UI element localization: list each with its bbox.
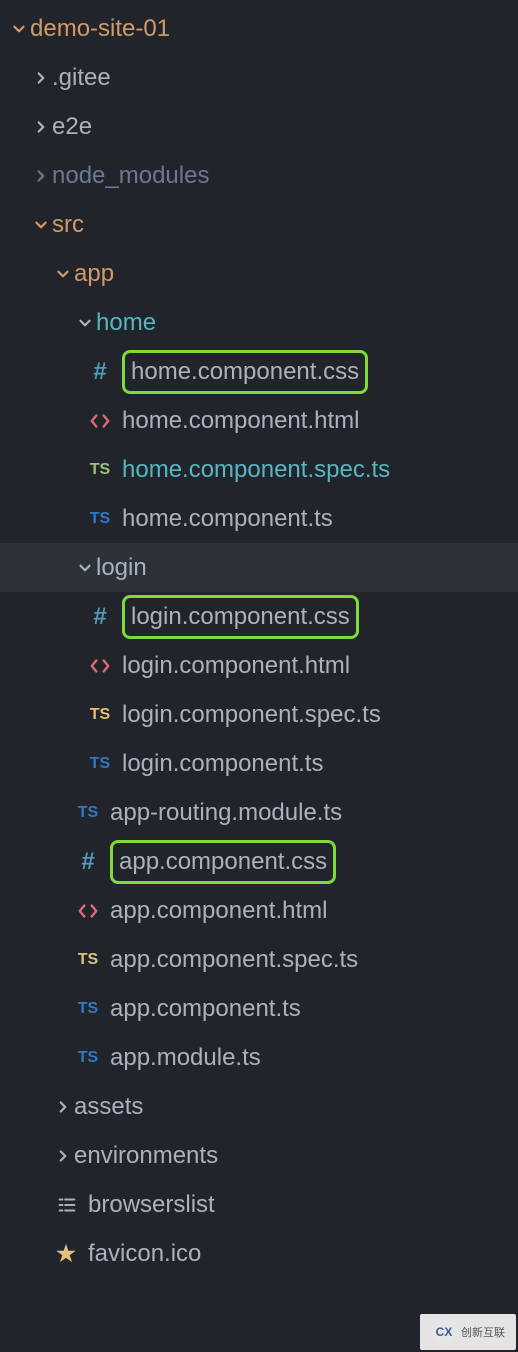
css-icon: # [74, 848, 102, 876]
chevron-right-icon [30, 67, 52, 89]
folder-label: src [52, 211, 84, 239]
chevron-down-icon [52, 263, 74, 285]
file-app-css[interactable]: # app.component.css [0, 837, 518, 886]
file-favicon[interactable]: ★ favicon.ico [0, 1229, 518, 1278]
file-app-html[interactable]: app.component.html [0, 886, 518, 935]
file-browserslist[interactable]: browserslist [0, 1180, 518, 1229]
chevron-down-icon [74, 557, 96, 579]
file-login-html[interactable]: login.component.html [0, 641, 518, 690]
file-label: home.component.spec.ts [122, 456, 390, 484]
folder-src[interactable]: src [0, 200, 518, 249]
file-label: login.component.ts [122, 750, 323, 778]
html-icon [74, 900, 102, 922]
folder-home[interactable]: home [0, 298, 518, 347]
file-label: app.component.spec.ts [110, 946, 358, 974]
highlight: app.component.css [110, 840, 336, 884]
file-label: home.component.css [131, 358, 359, 385]
chevron-down-icon [8, 18, 30, 40]
watermark-text: 创新互联 [461, 1324, 505, 1340]
ts-icon: TS [74, 1049, 102, 1067]
highlight: login.component.css [122, 595, 359, 639]
chevron-right-icon [52, 1096, 74, 1118]
file-label: favicon.ico [88, 1240, 201, 1268]
folder-label: assets [74, 1093, 143, 1121]
file-app-ts[interactable]: TS app.component.ts [0, 984, 518, 1033]
folder-node-modules[interactable]: node_modules [0, 151, 518, 200]
folder-label: .gitee [52, 64, 111, 92]
folder-label: e2e [52, 113, 92, 141]
ts-icon: TS [86, 510, 114, 528]
star-icon: ★ [52, 1241, 80, 1267]
folder-label: home [96, 309, 156, 337]
html-icon [86, 655, 114, 677]
ts-icon: TS [86, 461, 114, 479]
file-label: login.component.css [131, 603, 350, 630]
file-label: app.component.html [110, 897, 327, 925]
folder-label: demo-site-01 [30, 15, 170, 43]
css-icon: # [86, 358, 114, 386]
chevron-down-icon [30, 214, 52, 236]
file-app-spec[interactable]: TS app.component.spec.ts [0, 935, 518, 984]
watermark-logo: CX [431, 1319, 457, 1345]
folder-assets[interactable]: assets [0, 1082, 518, 1131]
folder-login[interactable]: login [0, 543, 518, 592]
ts-icon: TS [86, 755, 114, 773]
file-tree: demo-site-01 .gitee e2e node_modules src… [0, 0, 518, 1278]
folder-e2e[interactable]: e2e [0, 102, 518, 151]
file-login-spec[interactable]: TS login.component.spec.ts [0, 690, 518, 739]
folder-environments[interactable]: environments [0, 1131, 518, 1180]
chevron-right-icon [30, 165, 52, 187]
file-label: app.module.ts [110, 1044, 261, 1072]
ts-icon: TS [74, 1000, 102, 1018]
folder-label: environments [74, 1142, 218, 1170]
file-app-routing[interactable]: TS app-routing.module.ts [0, 788, 518, 837]
file-label: app.component.css [119, 848, 327, 875]
css-icon: # [86, 603, 114, 631]
watermark: CX 创新互联 [420, 1314, 516, 1350]
highlight: home.component.css [122, 350, 368, 394]
file-label: login.component.spec.ts [122, 701, 381, 729]
file-label: login.component.html [122, 652, 350, 680]
file-home-spec[interactable]: TS home.component.spec.ts [0, 445, 518, 494]
folder-root[interactable]: demo-site-01 [0, 4, 518, 53]
html-icon [86, 410, 114, 432]
file-home-ts[interactable]: TS home.component.ts [0, 494, 518, 543]
file-login-ts[interactable]: TS login.component.ts [0, 739, 518, 788]
ts-icon: TS [74, 951, 102, 969]
folder-gitee[interactable]: .gitee [0, 53, 518, 102]
chevron-right-icon [52, 1145, 74, 1167]
ts-icon: TS [86, 706, 114, 724]
chevron-down-icon [74, 312, 96, 334]
folder-label: login [96, 554, 147, 582]
file-label: home.component.html [122, 407, 359, 435]
file-home-css[interactable]: # home.component.css [0, 347, 518, 396]
file-label: home.component.ts [122, 505, 333, 533]
file-home-html[interactable]: home.component.html [0, 396, 518, 445]
file-label: app.component.ts [110, 995, 301, 1023]
folder-label: app [74, 260, 114, 288]
folder-app[interactable]: app [0, 249, 518, 298]
file-label: app-routing.module.ts [110, 799, 342, 827]
file-app-module[interactable]: TS app.module.ts [0, 1033, 518, 1082]
folder-label: node_modules [52, 162, 209, 190]
list-icon [52, 1194, 80, 1216]
file-login-css[interactable]: # login.component.css [0, 592, 518, 641]
file-label: browserslist [88, 1191, 215, 1219]
ts-icon: TS [74, 804, 102, 822]
chevron-right-icon [30, 116, 52, 138]
